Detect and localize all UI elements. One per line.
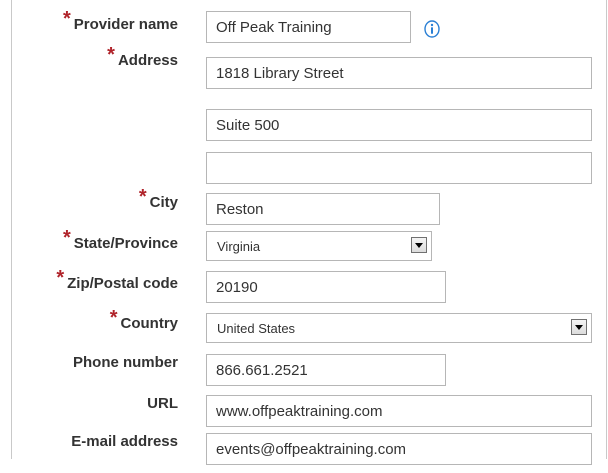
phone-label: Phone number <box>72 354 178 371</box>
provider-name-row: * Provider name <box>0 8 608 51</box>
address-line3-input[interactable] <box>206 152 592 184</box>
zip-input[interactable] <box>206 271 446 303</box>
email-label: E-mail address <box>71 433 178 450</box>
country-select[interactable]: United States <box>206 313 592 343</box>
email-input[interactable] <box>206 433 592 465</box>
email-row: E-mail address <box>0 433 608 473</box>
url-label: URL <box>147 395 178 412</box>
required-marker: * <box>109 307 118 329</box>
required-marker: * <box>107 44 115 66</box>
chevron-down-icon[interactable] <box>571 319 587 335</box>
url-row: URL <box>0 395 608 435</box>
address-line2-row <box>0 109 608 149</box>
zip-row: * Zip/Postal code <box>0 267 608 311</box>
info-icon[interactable] <box>423 20 441 38</box>
country-row: * Country United States <box>0 307 608 353</box>
required-marker: * <box>56 267 65 289</box>
phone-input[interactable] <box>206 354 446 386</box>
country-label: * Country <box>109 307 178 332</box>
address-row: * Address <box>0 44 608 97</box>
address-line3-row <box>0 152 608 192</box>
provider-name-label: * Provider name <box>62 8 178 33</box>
state-select[interactable]: Virginia <box>206 231 432 261</box>
required-marker: * <box>62 8 71 30</box>
zip-label: * Zip/Postal code <box>56 267 178 292</box>
url-input[interactable] <box>206 395 592 427</box>
city-label: * City <box>138 186 178 211</box>
address-line2-input[interactable] <box>206 109 592 141</box>
country-selected: United States <box>217 321 296 336</box>
provider-name-input[interactable] <box>206 11 411 43</box>
required-marker: * <box>62 227 71 249</box>
address-line1-input[interactable] <box>206 57 592 89</box>
phone-row: Phone number <box>0 354 608 394</box>
city-input[interactable] <box>206 193 440 225</box>
state-label: * State/Province <box>62 227 178 252</box>
chevron-down-icon[interactable] <box>411 237 427 253</box>
state-row: * State/Province Virginia <box>0 227 608 271</box>
state-selected: Virginia <box>217 239 261 254</box>
required-marker: * <box>138 186 147 208</box>
city-row: * City <box>0 186 608 233</box>
address-label: * Address <box>107 44 178 69</box>
